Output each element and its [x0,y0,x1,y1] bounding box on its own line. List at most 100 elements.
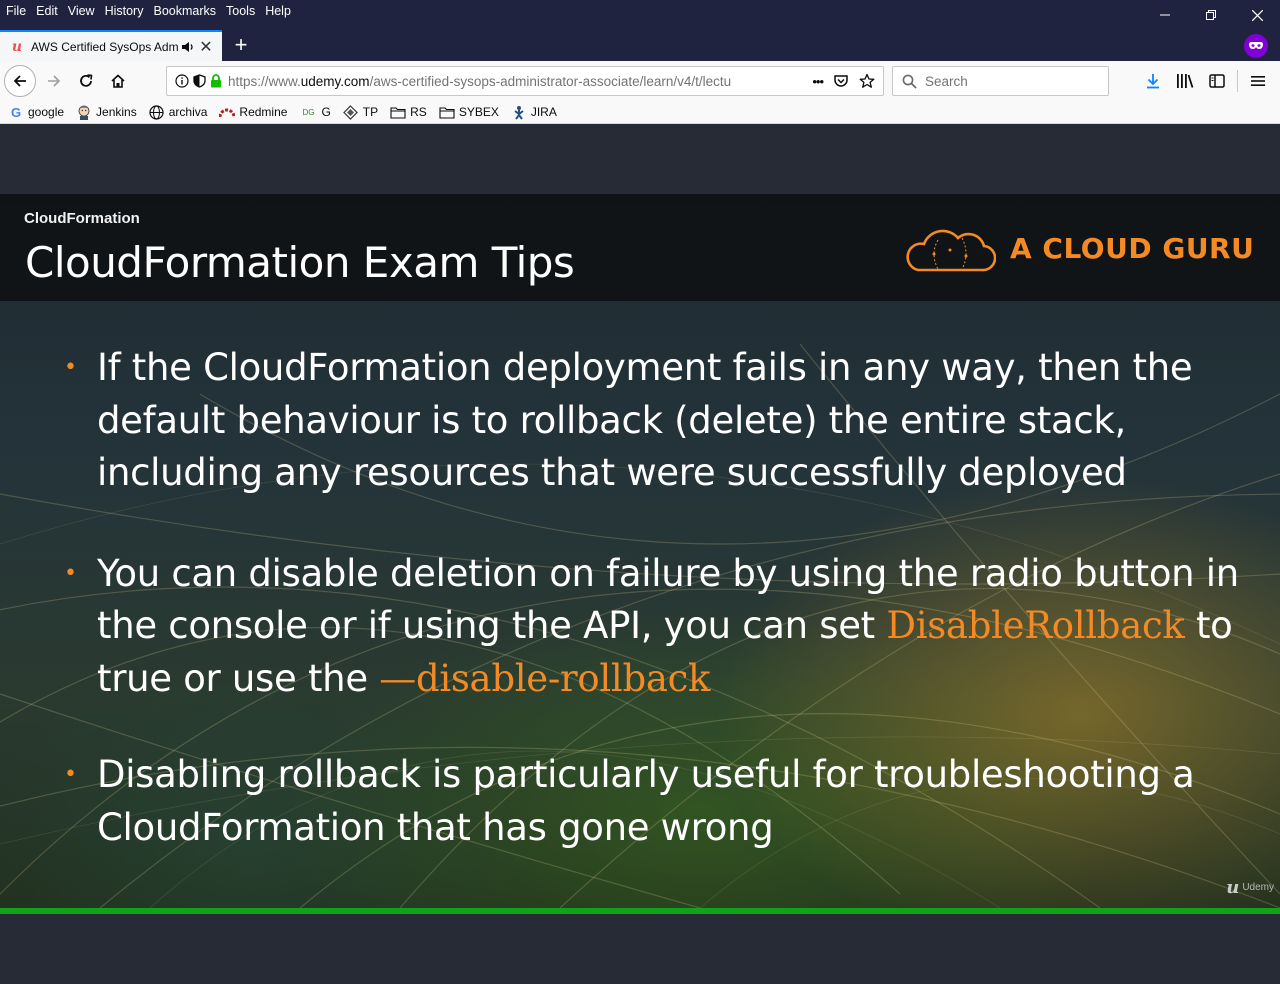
restore-button[interactable] [1188,0,1234,30]
bookmark-jenkins[interactable]: Jenkins [76,104,137,120]
menu-bar: File Edit View History Bookmarks Tools H… [0,0,296,22]
menu-history[interactable]: History [100,4,149,18]
bookmark-label: TP [362,105,379,119]
lecture-slide: CloudFormation CloudFormation Exam Tips … [0,194,1280,908]
shield-icon [193,74,206,88]
tab-title: AWS Certified SysOps Admi [31,39,178,54]
browser-tab-active[interactable]: u AWS Certified SysOps Admi ✕ [0,30,222,61]
video-player[interactable]: CloudFormation CloudFormation Exam Tips … [0,124,1280,984]
pocket-icon[interactable] [833,73,849,89]
bullet-item: You can disable deletion on failure by u… [64,548,1244,706]
bookmark-label: G [321,105,331,119]
close-tab-button[interactable]: ✕ [196,37,216,57]
toolbar-separator [1237,70,1238,92]
download-icon [1147,74,1159,89]
arrow-left-icon [13,75,26,87]
url-text[interactable]: https://www.udemy.com/aws-certified-syso… [228,74,804,89]
menu-bookmarks[interactable]: Bookmarks [148,4,221,18]
jenkins-icon [76,104,92,120]
bookmark-google[interactable]: G google [8,104,64,120]
udemy-icon: u [1226,877,1240,898]
bookmark-label: Jenkins [96,105,137,119]
home-icon [111,74,125,88]
bookmark-label: google [28,105,65,119]
video-progress-fill [0,908,1280,914]
slide-section-label: CloudFormation [24,210,140,227]
menu-edit[interactable]: Edit [31,4,63,18]
bookmarks-toolbar: G google Jenkins archiva Redmine DG G TP… [0,101,1280,124]
hamburger-menu-icon [1251,76,1265,86]
minimize-button[interactable] [1142,0,1188,30]
downloads-button[interactable] [1137,65,1169,97]
bookmark-archiva[interactable]: archiva [149,104,208,120]
close-window-button[interactable] [1234,0,1280,30]
watermark-text: Udemy [1242,882,1274,893]
sidebar-button[interactable] [1201,65,1233,97]
speaker-icon[interactable] [180,41,196,53]
code-highlight: DisableRollback [886,604,1185,647]
restore-icon [1206,10,1216,20]
reload-button[interactable] [70,65,102,97]
star-icon[interactable] [859,73,875,89]
bookmark-label: archiva [168,105,208,119]
bookmark-tp[interactable]: TP [343,104,378,120]
site-identity[interactable] [167,74,228,88]
slide-title: CloudFormation Exam Tips [25,238,575,287]
udemy-watermark: u Udemy [1226,877,1274,898]
bookmark-jira[interactable]: JIRA [511,104,557,120]
bookmark-folder-sybex[interactable]: SYBEX [439,104,499,120]
bookmark-folder-rs[interactable]: RS [390,104,427,120]
menu-tools[interactable]: Tools [221,4,260,18]
bookmark-label: RS [410,105,427,119]
slide-header: CloudFormation CloudFormation Exam Tips … [0,194,1280,301]
arrow-right-icon [48,75,61,87]
info-icon [175,74,189,88]
library-button[interactable] [1169,65,1201,97]
folder-icon [439,104,455,120]
page-actions: ••• [804,73,883,89]
bookmark-label: JIRA [530,105,557,119]
tp-icon [343,104,359,120]
back-button[interactable] [4,65,36,97]
sidebar-icon [1209,74,1225,88]
globe-icon [149,104,165,120]
video-progress-bar[interactable] [0,908,1280,914]
window-controls [1142,0,1280,30]
toolbar-right [1137,65,1274,97]
udemy-icon: u [11,38,23,55]
search-icon [902,74,917,89]
home-button[interactable] [102,65,134,97]
url-prefix: https://www. [228,73,301,89]
app-menu-button[interactable] [1242,65,1274,97]
menu-view[interactable]: View [63,4,100,18]
library-icon [1177,74,1194,88]
cloud-logo-icon [906,229,996,272]
code-highlight: —disable-rollback [379,656,711,700]
bookmark-g[interactable]: DG G [299,104,330,120]
menu-help[interactable]: Help [260,4,296,18]
dg-icon: DG [302,107,315,117]
navigation-toolbar: https://www.udemy.com/aws-certified-syso… [0,61,1280,101]
forward-button[interactable] [38,65,70,97]
search-placeholder: Search [925,73,968,89]
jira-icon [511,104,527,120]
bullet-list: If the CloudFormation deployment fails i… [64,342,1244,854]
browser-title-bar: File Edit View History Bookmarks Tools H… [0,0,1280,61]
folder-icon [390,104,406,120]
search-input[interactable]: Search [892,66,1109,96]
bullet-item: If the CloudFormation deployment fails i… [64,342,1244,500]
bookmark-redmine[interactable]: Redmine [219,104,287,120]
minimize-icon [1160,14,1170,16]
page-actions-menu-button[interactable]: ••• [812,74,824,89]
menu-file[interactable]: File [0,4,31,18]
private-browsing-icon [1244,34,1268,58]
bookmark-label: SYBEX [458,105,499,119]
bookmark-label: Redmine [239,105,288,119]
redmine-icon [219,104,236,120]
address-bar[interactable]: https://www.udemy.com/aws-certified-syso… [166,66,884,96]
new-tab-button[interactable]: + [228,32,254,58]
lock-icon [211,74,221,88]
brand-name: A CLOUD GURU [1010,231,1255,265]
close-icon [1251,9,1263,21]
bullet-item: Disabling rollback is particularly usefu… [64,749,1244,854]
